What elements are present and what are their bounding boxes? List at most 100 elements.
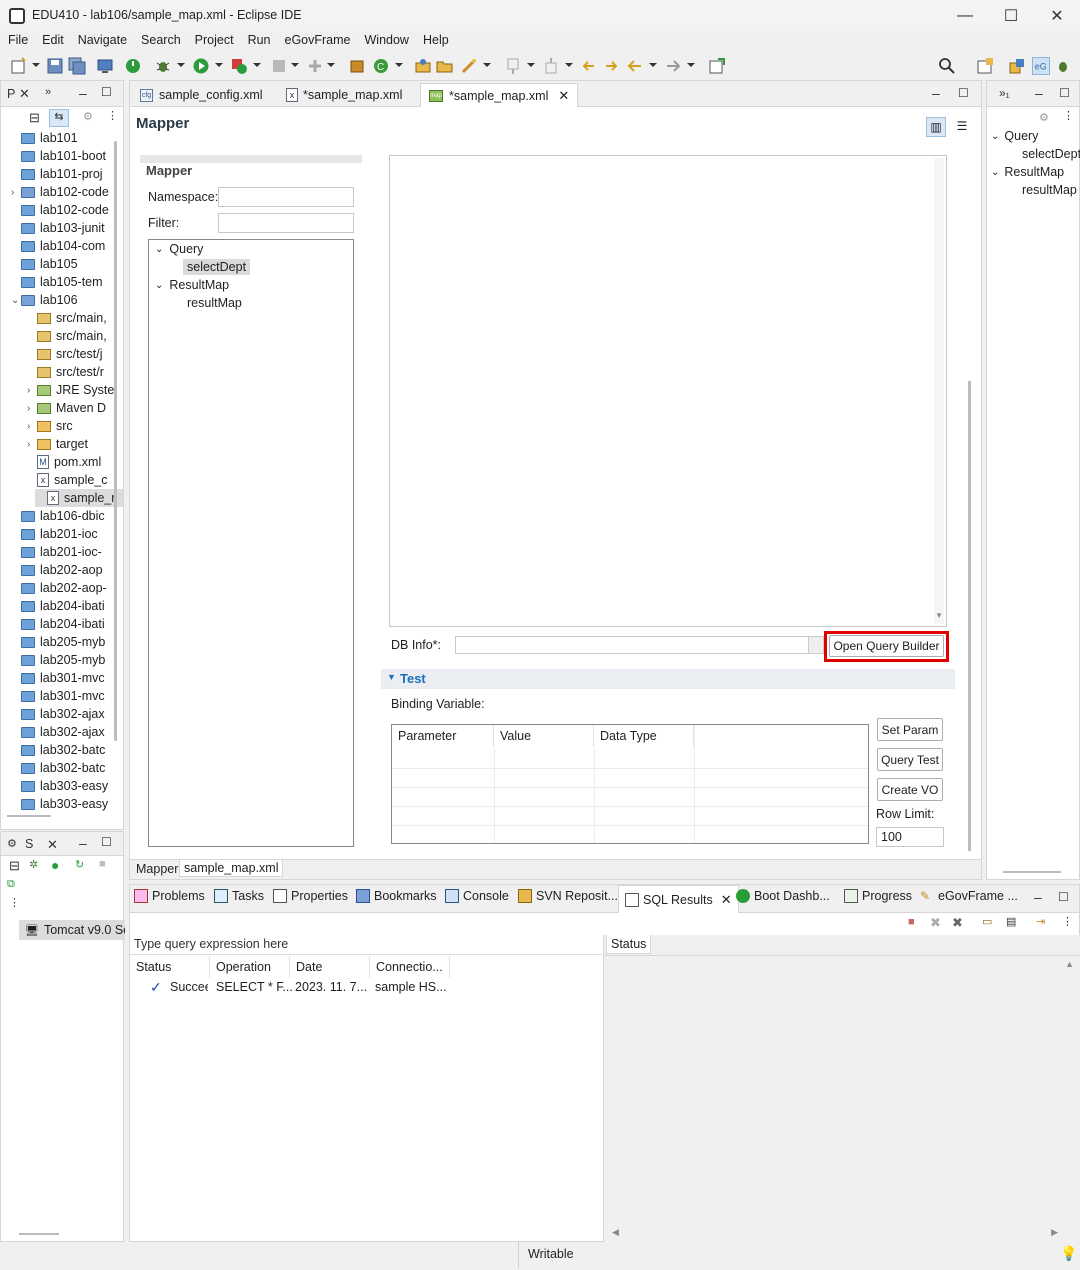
outline-menu-icon[interactable]: ⋮ [1063,109,1074,122]
menu-run[interactable]: Run [244,31,275,51]
bottom-maximize-icon[interactable]: ☐ [1058,890,1069,904]
open-folder-results-icon[interactable]: ▭ [982,915,992,928]
explorer-tab[interactable]: P [7,87,15,101]
wand-icon[interactable] [460,57,478,75]
test-expand-icon[interactable]: ▼ [387,672,396,682]
explorer-item[interactable]: src/test/r [1,363,104,381]
tab-svn[interactable]: SVN Reposit... [518,889,618,903]
explorer-item[interactable]: › lab102-code [1,183,109,201]
back-dropdown-icon[interactable] [649,63,657,67]
new-icon[interactable] [10,57,28,75]
chevron-down-icon[interactable]: ⌄ [991,167,999,178]
close-button[interactable]: ✕ [1034,0,1080,31]
tab-egovframe[interactable]: ✎ eGovFrame ... [920,889,1018,903]
col-connection[interactable]: Connectio... [370,956,450,978]
db-info-input[interactable] [455,636,817,654]
run-icon[interactable] [192,57,210,75]
remove-icon[interactable]: ✖ [930,915,941,931]
chevron-down-icon[interactable]: ⌄ [991,131,999,142]
stop-icon[interactable] [270,57,288,75]
explorer-item[interactable]: lab102-code [1,201,109,219]
query-filter-input[interactable]: Type query expression here [130,935,602,955]
power-icon[interactable] [124,57,142,75]
servers-debug-icon[interactable]: ✲ [29,858,38,871]
sql-results-row[interactable]: ✓ Succeed SELECT * F... 2023. 11. 7... s… [130,978,602,998]
explorer-item[interactable]: lab301-mvc [1,687,105,705]
tree-selectdept[interactable]: selectDept [183,259,251,275]
set-param-button[interactable]: Set Param [877,718,943,741]
open-query-builder-button[interactable]: Open Query Builder [829,635,944,657]
binding-variable-table[interactable]: Parameter Value Data Type [391,724,869,844]
explorer-hscrollbar[interactable] [7,815,51,817]
servers-hscrollbar[interactable] [19,1233,59,1235]
menu-window[interactable]: Window [361,31,413,51]
tab-properties[interactable]: Properties [273,889,348,903]
new-class-icon[interactable]: C [372,57,390,75]
explorer-item[interactable]: lab106-dbic [1,507,105,525]
lightbulb-icon[interactable]: 💡 [1060,1245,1077,1262]
terminal-icon[interactable] [96,57,114,75]
explorer-view-menu-icon[interactable]: » [45,86,51,98]
servers-maximize-icon[interactable]: ☐ [101,835,112,849]
filter-input[interactable] [218,213,354,233]
wand-dropdown-icon[interactable] [483,63,491,67]
menu-egovframe[interactable]: eGovFrame [281,31,355,51]
status-tab[interactable]: Status [606,935,652,954]
explorer-item[interactable]: lab202-aop- [1,579,107,597]
tab-console[interactable]: Console [445,889,509,903]
scroll-right-icon[interactable]: ▶ [1051,1227,1058,1238]
explorer-maximize-icon[interactable]: ☐ [101,85,112,99]
editor-maximize-icon[interactable]: ☐ [958,86,969,100]
filter-icon[interactable]: ⚙ [83,110,93,123]
run-external-icon[interactable] [230,57,248,75]
explorer-item[interactable]: lab101 [1,129,78,147]
forward-edit-icon[interactable] [602,57,620,75]
explorer-item[interactable]: lab201-ioc- [1,543,102,561]
menu-help[interactable]: Help [419,31,453,51]
chevron-icon[interactable]: › [11,187,21,198]
tab-problems[interactable]: Problems [134,889,205,903]
editor-minimize-icon[interactable]: – [932,85,940,101]
outline-resultmap-node[interactable]: ⌄ ResultMap [991,165,1064,179]
chevron-icon[interactable]: › [27,385,37,396]
tab-mapper[interactable]: Mapper [134,862,180,876]
outline-maximize-icon[interactable]: ☐ [1059,86,1070,100]
servers-minimize-icon[interactable]: – [79,835,87,851]
explorer-item[interactable]: lab303-easy [1,777,108,795]
row-limit-input[interactable]: 100 [876,827,944,847]
next-annotation-dropdown-icon[interactable] [527,63,535,67]
new-class-dropdown-icon[interactable] [395,63,403,67]
explorer-close-icon[interactable]: ✕ [19,86,30,102]
db-info-dropdown[interactable] [808,636,824,654]
explorer-item[interactable]: › JRE Syste [1,381,114,399]
debug-dropdown-icon[interactable] [177,63,185,67]
explorer-item[interactable]: lab202-aop [1,561,103,579]
chevron-icon[interactable]: › [27,439,37,450]
explorer-item[interactable]: ⌄ lab106 [1,291,78,309]
explorer-item[interactable]: src/main, [1,327,107,345]
run-external-dropdown-icon[interactable] [253,63,261,67]
last-edit-icon[interactable] [580,57,598,75]
create-vo-button[interactable]: Create VO [877,778,943,801]
namespace-input[interactable] [218,187,354,207]
explorer-item[interactable]: lab204-ibati [1,597,105,615]
search-icon[interactable] [938,57,956,75]
prev-annotation-icon[interactable] [542,57,560,75]
col-operation[interactable]: Operation [210,956,290,978]
java-perspective-icon[interactable] [1008,57,1026,75]
scroll-up-icon[interactable]: ▲ [1065,959,1074,969]
explorer-item[interactable]: lab302-ajax [1,723,105,741]
server-item[interactable]: 🖥 Tomcat v9.0 Se [19,920,125,940]
bottom-minimize-icon[interactable]: – [1034,889,1042,905]
servers-tab[interactable]: S [25,837,33,851]
forward-dropdown-icon[interactable] [687,63,695,67]
col-date[interactable]: Date [290,956,370,978]
explorer-item[interactable]: lab101-boot [1,147,106,165]
query-test-button[interactable]: Query Test [877,748,943,771]
outline-query-node[interactable]: ⌄ Query [991,129,1038,143]
servers-start-icon[interactable]: ● [51,857,59,873]
scroll-left-icon[interactable]: ◀ [612,1227,619,1238]
tree-resultmap-child[interactable]: resultMap [187,296,242,310]
tab-sample-map-1[interactable]: x *sample_map.xml [278,83,410,107]
explorer-item[interactable]: › Maven D [1,399,106,417]
